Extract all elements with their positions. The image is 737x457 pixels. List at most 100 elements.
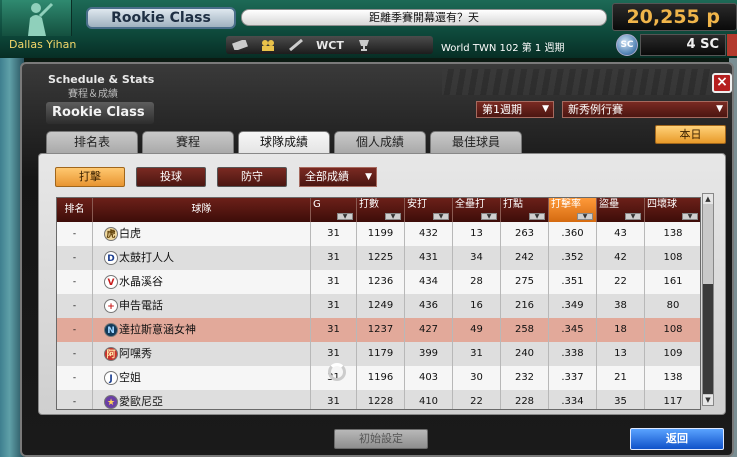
- cell-rank: -: [57, 390, 93, 409]
- league-select[interactable]: 新秀例行賽 ▼: [562, 101, 728, 118]
- tab-player-stats[interactable]: 個人成績: [334, 131, 426, 153]
- team-logo-icon: D: [104, 251, 118, 265]
- tab-best-players[interactable]: 最佳球員: [430, 131, 522, 153]
- cell-g: 31: [311, 246, 357, 270]
- cell-team: 達拉斯意涵女神: [93, 318, 311, 342]
- shop-tab[interactable]: [727, 34, 737, 56]
- table-header: 排名 球隊 G ▼ 打數 ▼ 安打 ▼ 全壘打 ▼ 打點 ▼ 打擊率 ▼ 盜壘 ▼ 四壞球 ▼: [57, 198, 700, 222]
- scroll-up-icon[interactable]: ▲: [703, 194, 713, 204]
- sort-icon[interactable]: ▼: [577, 213, 593, 220]
- loading-spinner-icon: [328, 363, 346, 381]
- cell-h: 436: [405, 294, 453, 318]
- trophy-icon[interactable]: [350, 36, 378, 54]
- cell-rank: -: [57, 366, 93, 390]
- table-row[interactable]: - 申告電話 31 1249 436 16 216.349 38 80 +: [57, 294, 700, 318]
- sc-balance: 4 SC: [640, 34, 726, 56]
- ticket-icon[interactable]: [226, 36, 254, 54]
- team-icon[interactable]: [254, 36, 282, 54]
- table-row[interactable]: - 白虎 31 1199 432 13 263.360 43 138 虎: [57, 222, 700, 246]
- category-batting-button[interactable]: 打擊: [55, 167, 125, 187]
- team-logo-icon: 虎: [104, 227, 118, 241]
- cell-team: 阿嘿秀: [93, 342, 311, 366]
- scrollbar-thumb[interactable]: [703, 284, 713, 394]
- stats-filter-value: 全部成績: [305, 170, 349, 183]
- cell-bb: 117: [645, 390, 700, 409]
- team-logo-icon: V: [104, 275, 118, 289]
- cell-hr: 13: [453, 222, 501, 246]
- cell-team: 太鼓打人人: [93, 246, 311, 270]
- sort-icon[interactable]: ▼: [337, 213, 353, 220]
- cell-rank: -: [57, 270, 93, 294]
- col-batting-average[interactable]: 打擊率 ▼: [549, 198, 597, 222]
- sort-icon[interactable]: ▼: [682, 213, 698, 220]
- cell-rbi: 275: [501, 270, 549, 294]
- col-hits[interactable]: 安打 ▼: [405, 198, 453, 222]
- col-at-bats[interactable]: 打數 ▼: [357, 198, 405, 222]
- col-stolen-bases[interactable]: 盜壘 ▼: [597, 198, 645, 222]
- table-row[interactable]: - 達拉斯意涵女神 31 1237 427 49 258.345 18 108 N: [57, 318, 700, 342]
- cell-bb: 138: [645, 222, 700, 246]
- cell-ab: 1237: [357, 318, 405, 342]
- cell-avg: .360: [549, 222, 597, 246]
- cell-sb: 42: [597, 246, 645, 270]
- wct-button[interactable]: WCT: [310, 36, 350, 54]
- cell-avg: .334: [549, 390, 597, 409]
- cell-bb: 109: [645, 342, 700, 366]
- class-badge: Rookie Class: [86, 7, 236, 29]
- col-home-runs[interactable]: 全壘打 ▼: [453, 198, 501, 222]
- chevron-down-icon: ▼: [542, 104, 549, 114]
- back-button[interactable]: 返回: [630, 428, 724, 450]
- cell-ab: 1225: [357, 246, 405, 270]
- cell-bb: 108: [645, 246, 700, 270]
- cell-team: 愛歐尼亞: [93, 390, 311, 409]
- sort-icon[interactable]: ▼: [433, 213, 449, 220]
- cell-hr: 34: [453, 246, 501, 270]
- sort-icon[interactable]: ▼: [529, 213, 545, 220]
- table-scrollbar[interactable]: ▲ ▼: [702, 193, 714, 406]
- tab-team-stats[interactable]: 球隊成績: [238, 131, 330, 154]
- close-button[interactable]: ×: [712, 73, 732, 93]
- cell-hr: 49: [453, 318, 501, 342]
- cell-team: 空姐: [93, 366, 311, 390]
- class-label: Rookie Class: [46, 102, 154, 124]
- tab-standings[interactable]: 排名表: [46, 131, 138, 153]
- category-pitching-button[interactable]: 投球: [136, 167, 206, 187]
- today-button[interactable]: 本日: [655, 125, 726, 144]
- player-avatar[interactable]: [2, 0, 72, 36]
- cell-h: 432: [405, 222, 453, 246]
- col-rank: 排名: [57, 198, 93, 222]
- table-row[interactable]: - 阿嘿秀 31 1179 399 31 240.338 13 109 阿: [57, 342, 700, 366]
- cell-rbi: 228: [501, 390, 549, 409]
- cell-ab: 1196: [357, 366, 405, 390]
- table-row[interactable]: - 空姐 31 1196 403 30 232.337 21 138 J: [57, 366, 700, 390]
- reset-settings-button[interactable]: 初始設定: [334, 429, 428, 449]
- icon-toolbar: WCT: [226, 36, 433, 54]
- cell-rbi: 258: [501, 318, 549, 342]
- league-select-value: 新秀例行賽: [568, 103, 623, 116]
- table-row[interactable]: - 水晶溪谷 31 1236 434 28 275.351 22 161 V: [57, 270, 700, 294]
- col-rbi[interactable]: 打點 ▼: [501, 198, 549, 222]
- cell-sb: 22: [597, 270, 645, 294]
- cell-g: 31: [311, 270, 357, 294]
- week-select[interactable]: 第1週期 ▼: [476, 101, 554, 118]
- season-countdown: 距離季賽開幕還有？天: [241, 9, 607, 26]
- stats-filter-select[interactable]: 全部成績 ▼: [299, 167, 377, 187]
- table-row[interactable]: - 愛歐尼亞 31 1228 410 22 228.334 35 117 ★: [57, 390, 700, 409]
- sort-icon[interactable]: ▼: [625, 213, 641, 220]
- cell-avg: .337: [549, 366, 597, 390]
- bat-icon[interactable]: [282, 36, 310, 54]
- cell-rank: -: [57, 294, 93, 318]
- cell-hr: 16: [453, 294, 501, 318]
- category-fielding-button[interactable]: 防守: [217, 167, 287, 187]
- sort-icon[interactable]: ▼: [385, 213, 401, 220]
- cell-rbi: 240: [501, 342, 549, 366]
- team-logo-icon: 阿: [104, 347, 118, 361]
- scroll-down-icon[interactable]: ▼: [703, 395, 713, 405]
- tab-schedule[interactable]: 賽程: [142, 131, 234, 153]
- col-games[interactable]: G ▼: [311, 198, 357, 222]
- col-walks[interactable]: 四壞球 ▼: [645, 198, 700, 222]
- chevron-down-icon: ▼: [365, 172, 372, 182]
- sort-icon[interactable]: ▼: [481, 213, 497, 220]
- cell-team: 白虎: [93, 222, 311, 246]
- table-row[interactable]: - 太鼓打人人 31 1225 431 34 242.352 42 108 D: [57, 246, 700, 270]
